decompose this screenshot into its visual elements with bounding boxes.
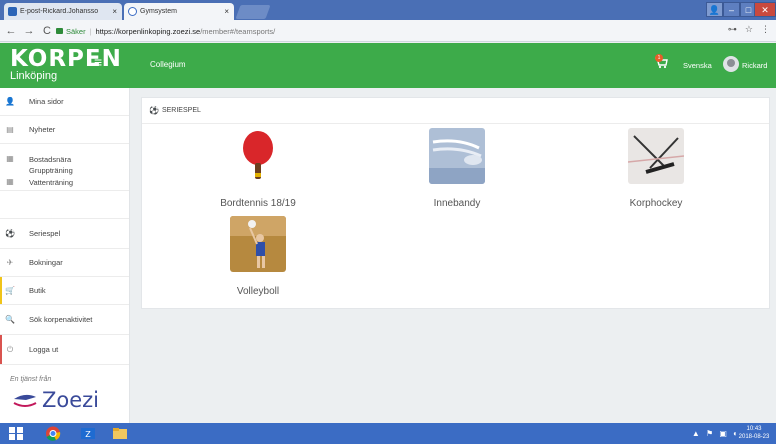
zoezi-favicon-icon <box>128 7 137 16</box>
korpen-logo[interactable]: KORPEN Linköping <box>10 46 122 83</box>
sidebar-item-vattentraning[interactable]: ▦ Vattenträning <box>0 173 129 219</box>
logo-main-text: KORPEN <box>10 46 122 72</box>
sport-name: Korphockey <box>629 198 683 209</box>
sidebar-item-label: Vattenträning <box>29 178 74 187</box>
url-path: /member#/teamsports/ <box>200 26 276 36</box>
sidebar-item-label: Bokningar <box>29 258 63 267</box>
url-input[interactable]: Säker | https://korpenlinkoping.zoezi.se… <box>56 23 696 39</box>
cart-count-badge: 1 <box>655 54 663 62</box>
tab-gymsystem[interactable]: Gymsystem × <box>124 3 234 20</box>
url-host: https://korpenlinkoping.zoezi.se <box>95 26 201 36</box>
hamburger-menu-icon[interactable]: ≡ <box>94 54 102 70</box>
clock-date: 2018-08-23 <box>738 434 770 440</box>
plane-icon: ✈ <box>6 258 14 267</box>
new-tab-button[interactable] <box>235 5 271 19</box>
address-bar: ← → C Säker | https://korpenlinkoping.zo… <box>0 20 776 42</box>
search-icon: 🔍 <box>5 315 15 324</box>
sidebar-item-logga-ut[interactable]: ⏻ Logga ut <box>0 335 129 365</box>
org-link[interactable]: Collegium <box>150 60 186 69</box>
url-separator: | <box>89 26 92 36</box>
logout-marker <box>0 335 2 364</box>
browser-tabstrip: E-post-Rickard.Johansso × Gymsystem × 👤 … <box>0 0 776 20</box>
windows-start-icon[interactable] <box>8 426 24 441</box>
sidebar-item-sok[interactable]: 🔍 Sök korpenaktivitet <box>0 305 129 335</box>
sidebar-item-label: Mina sidor <box>29 97 64 106</box>
soccer-ball-icon: ⚽ <box>5 229 15 238</box>
bookmark-star-icon[interactable]: ☆ <box>745 24 753 35</box>
windows-taskbar: Z ▲ ⚑ ▣ ◐ 10:43 2018-08-23 <box>0 423 776 444</box>
hockey-sticks-icon <box>628 128 684 184</box>
calendar-icon: ▦ <box>6 177 14 186</box>
sidebar-item-seriespel[interactable]: ⚽ Seriespel <box>0 219 129 249</box>
avatar[interactable] <box>723 56 739 72</box>
tab-close-icon[interactable]: × <box>112 7 117 16</box>
taskbar-clock[interactable]: 10:43 2018-08-23 <box>736 425 772 441</box>
sport-name: Volleyboll <box>236 286 280 297</box>
ping-pong-paddle-icon <box>230 128 286 184</box>
cart-icon: 🛒 <box>5 286 15 295</box>
sport-card-korphockey[interactable]: Korphockey <box>586 128 726 218</box>
app-header: KORPEN Linköping ≡ Collegium 1 Svenska R… <box>0 43 776 88</box>
sidebar-item-label: Seriespel <box>29 229 61 238</box>
floorball-sticks-icon <box>429 128 485 184</box>
browser-right-controls: ⊶ ☆ ⋮ <box>728 24 770 35</box>
panel-header: ⚽ SERIESPEL <box>142 98 769 124</box>
sidebar-item-label: Sök korpenaktivitet <box>29 315 93 324</box>
sidebar: 👤 Mina sidor ▤ Nyheter ▦ Bostadsnära Gru… <box>0 88 130 423</box>
tab-close-icon[interactable]: × <box>224 7 229 16</box>
zoezi-logo[interactable]: Zoezi <box>12 388 99 412</box>
outlook-icon[interactable]: Z <box>80 426 96 441</box>
tab-email-label: E-post-Rickard.Johansso <box>20 8 99 15</box>
sport-thumbnail <box>230 128 286 184</box>
tab-email[interactable]: E-post-Rickard.Johansso × <box>4 3 122 20</box>
lock-icon <box>56 28 63 34</box>
zoezi-swoosh-icon <box>13 394 37 407</box>
browser-menu-icon[interactable]: ⋮ <box>761 24 770 35</box>
seriespel-panel: ⚽ SERIESPEL Bordtennis 18/19 Innebandy K… <box>141 97 770 309</box>
power-icon: ⏻ <box>6 344 14 354</box>
user-name[interactable]: Rickard <box>742 61 767 70</box>
sport-name: Bordtennis 18/19 <box>220 198 296 209</box>
sport-thumbnail <box>429 128 485 184</box>
sidebar-item-nyheter[interactable]: ▤ Nyheter <box>0 116 129 144</box>
volleyball-player-icon <box>230 216 286 272</box>
minimize-button[interactable]: – <box>723 2 740 17</box>
secure-label: Säker <box>66 26 86 36</box>
sidebar-item-bokningar[interactable]: ✈ Bokningar <box>0 249 129 277</box>
sport-card-innebandy[interactable]: Innebandy <box>387 128 527 218</box>
soccer-ball-icon: ⚽ <box>149 106 159 115</box>
sport-thumbnail <box>230 216 286 272</box>
key-icon[interactable]: ⊶ <box>728 24 737 35</box>
chrome-icon[interactable] <box>45 426 61 441</box>
mail-icon <box>8 7 17 16</box>
back-button[interactable]: ← <box>4 25 18 37</box>
user-profile-icon[interactable]: 👤 <box>706 2 723 17</box>
svg-text:Z: Z <box>85 430 91 439</box>
active-marker <box>0 277 2 304</box>
system-tray-icons[interactable]: ▲ ⚑ ▣ ◐ <box>692 429 740 438</box>
section-title: SERIESPEL <box>161 107 201 114</box>
sidebar-item-butik[interactable]: 🛒 Butik <box>0 277 129 305</box>
sport-thumbnail <box>628 128 684 184</box>
calendar-icon: ▦ <box>6 154 14 163</box>
reload-button[interactable]: C <box>40 25 54 37</box>
sidebar-item-label: Logga ut <box>29 345 59 354</box>
sport-card-bordtennis[interactable]: Bordtennis 18/19 <box>188 128 328 218</box>
sport-card-volleyboll[interactable]: Volleyboll <box>188 214 328 304</box>
sidebar-item-label: Nyheter <box>29 125 56 134</box>
service-by-text: En tjänst från <box>10 376 52 383</box>
clock-time: 10:43 <box>746 426 762 432</box>
sidebar-item-label: Butik <box>29 286 46 295</box>
user-icon: 👤 <box>5 97 15 106</box>
zoezi-brand-text: Zoezi <box>42 388 100 412</box>
file-explorer-icon[interactable] <box>112 426 128 441</box>
tab-gymsystem-label: Gymsystem <box>140 8 177 15</box>
newspaper-icon: ▤ <box>6 125 14 134</box>
close-window-button[interactable]: ✕ <box>754 2 776 17</box>
sport-name: Innebandy <box>433 198 481 209</box>
language-selector[interactable]: Svenska <box>683 61 712 70</box>
forward-button[interactable]: → <box>22 25 36 37</box>
sidebar-item-mina-sidor[interactable]: 👤 Mina sidor <box>0 88 129 116</box>
